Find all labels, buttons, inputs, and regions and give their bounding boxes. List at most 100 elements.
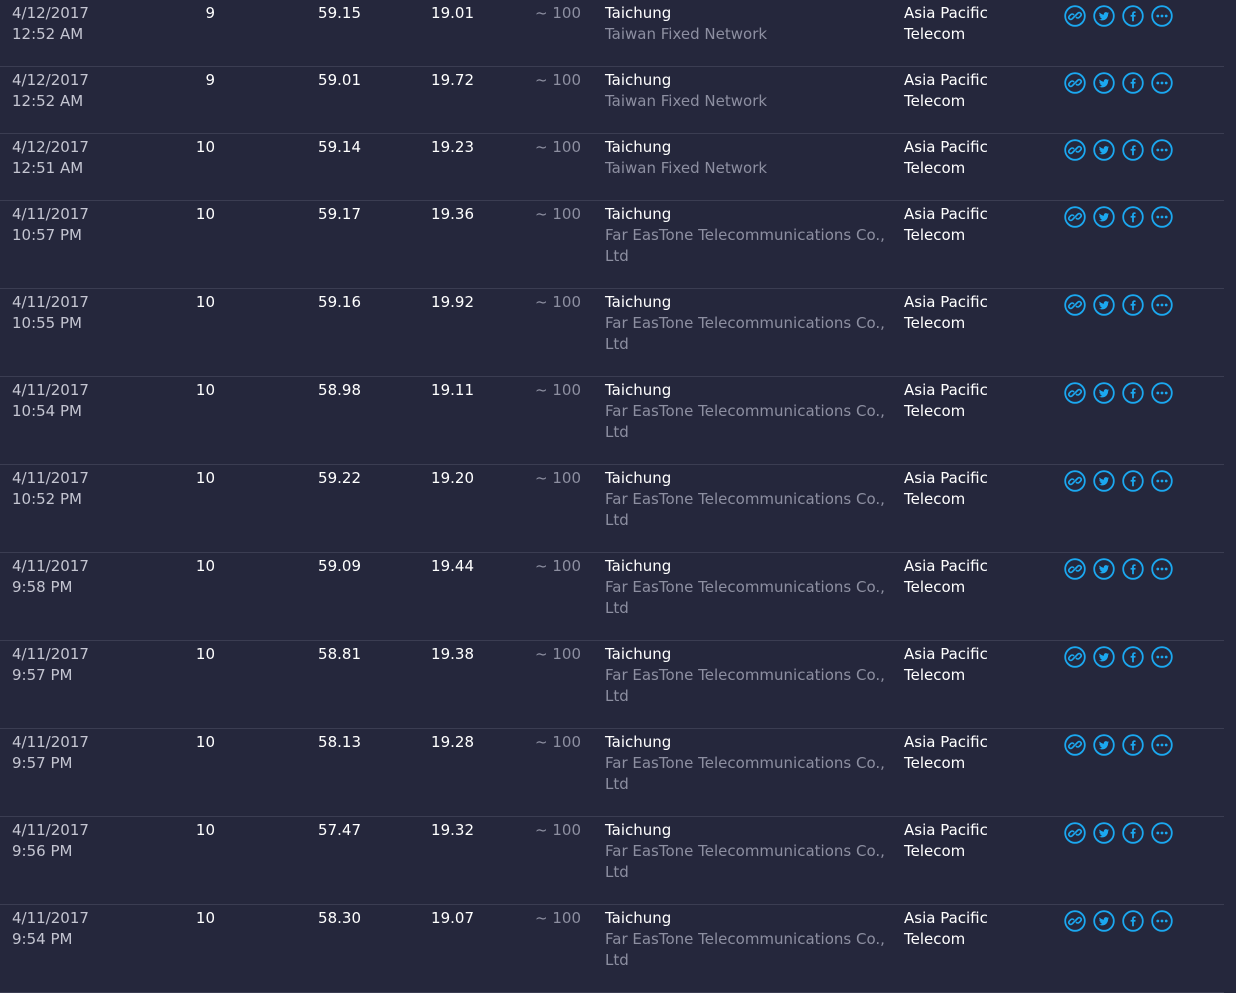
more-icon[interactable] (1151, 822, 1173, 844)
twitter-icon[interactable] (1093, 734, 1115, 756)
facebook-icon[interactable] (1122, 382, 1144, 404)
twitter-icon[interactable] (1093, 910, 1115, 932)
provider-line-2: Telecom (904, 25, 966, 43)
result-distance: ~ 100 (535, 138, 581, 156)
more-icon[interactable] (1151, 382, 1173, 404)
server-isp: Far EasTone Telecommunications Co., Ltd (605, 226, 885, 265)
link-icon[interactable] (1064, 139, 1086, 161)
twitter-icon[interactable] (1093, 72, 1115, 94)
more-icon[interactable] (1151, 206, 1173, 228)
provider-line-1: Asia Pacific (904, 293, 988, 311)
result-server: Taichung Far EasTone Telecommunications … (605, 732, 890, 795)
link-icon[interactable] (1064, 910, 1086, 932)
more-icon[interactable] (1151, 5, 1173, 27)
result-row[interactable]: 4/12/2017 12:52 AM 9 59.01 19.72 ~ 100 T… (0, 67, 1224, 134)
result-distance: ~ 100 (535, 645, 581, 663)
more-icon[interactable] (1151, 139, 1173, 161)
more-icon[interactable] (1151, 558, 1173, 580)
result-upload: 19.28 (431, 733, 474, 751)
facebook-icon[interactable] (1122, 72, 1144, 94)
result-download: 59.14 (318, 138, 361, 156)
result-row[interactable]: 4/11/2017 10:52 PM 10 59.22 19.20 ~ 100 … (0, 465, 1224, 553)
server-isp: Far EasTone Telecommunications Co., Ltd (605, 842, 885, 881)
result-date-day: 4/11/2017 (12, 557, 89, 575)
result-row[interactable]: 4/11/2017 9:54 PM 10 58.30 19.07 ~ 100 T… (0, 905, 1224, 993)
twitter-icon[interactable] (1093, 382, 1115, 404)
twitter-icon[interactable] (1093, 5, 1115, 27)
result-row[interactable]: 4/11/2017 10:54 PM 10 58.98 19.11 ~ 100 … (0, 377, 1224, 465)
provider-line-1: Asia Pacific (904, 645, 988, 663)
facebook-icon[interactable] (1122, 822, 1144, 844)
twitter-icon[interactable] (1093, 470, 1115, 492)
more-icon[interactable] (1151, 646, 1173, 668)
provider-line-2: Telecom (904, 92, 966, 110)
result-actions (1064, 139, 1173, 161)
result-date-day: 4/11/2017 (12, 293, 89, 311)
more-icon[interactable] (1151, 72, 1173, 94)
result-date-time: 10:52 PM (12, 490, 82, 508)
result-row[interactable]: 4/12/2017 12:52 AM 9 59.15 19.01 ~ 100 T… (0, 0, 1224, 67)
result-actions (1064, 206, 1173, 228)
result-ping: 10 (195, 909, 215, 927)
result-provider: Asia Pacific Telecom (904, 137, 988, 179)
result-download: 59.17 (318, 205, 361, 223)
more-icon[interactable] (1151, 470, 1173, 492)
server-isp: Far EasTone Telecommunications Co., Ltd (605, 754, 885, 793)
link-icon[interactable] (1064, 206, 1086, 228)
result-row[interactable]: 4/11/2017 9:56 PM 10 57.47 19.32 ~ 100 T… (0, 817, 1224, 905)
link-icon[interactable] (1064, 470, 1086, 492)
facebook-icon[interactable] (1122, 139, 1144, 161)
result-distance: ~ 100 (535, 293, 581, 311)
result-date-time: 12:51 AM (12, 159, 84, 177)
facebook-icon[interactable] (1122, 206, 1144, 228)
result-row[interactable]: 4/11/2017 9:58 PM 10 59.09 19.44 ~ 100 T… (0, 553, 1224, 641)
result-server: Taichung Far EasTone Telecommunications … (605, 204, 890, 267)
provider-line-2: Telecom (904, 226, 966, 244)
link-icon[interactable] (1064, 72, 1086, 94)
result-date-day: 4/11/2017 (12, 205, 89, 223)
server-city: Taichung (605, 138, 672, 156)
result-date-day: 4/11/2017 (12, 645, 89, 663)
result-ping: 10 (195, 293, 215, 311)
server-isp: Far EasTone Telecommunications Co., Ltd (605, 578, 885, 617)
facebook-icon[interactable] (1122, 558, 1144, 580)
server-city: Taichung (605, 645, 672, 663)
facebook-icon[interactable] (1122, 734, 1144, 756)
result-provider: Asia Pacific Telecom (904, 204, 988, 246)
link-icon[interactable] (1064, 5, 1086, 27)
twitter-icon[interactable] (1093, 822, 1115, 844)
result-row[interactable]: 4/12/2017 12:51 AM 10 59.14 19.23 ~ 100 … (0, 134, 1224, 201)
more-icon[interactable] (1151, 294, 1173, 316)
link-icon[interactable] (1064, 822, 1086, 844)
facebook-icon[interactable] (1122, 294, 1144, 316)
result-date: 4/11/2017 10:52 PM (12, 468, 89, 510)
result-row[interactable]: 4/11/2017 10:57 PM 10 59.17 19.36 ~ 100 … (0, 201, 1224, 289)
link-icon[interactable] (1064, 294, 1086, 316)
provider-line-2: Telecom (904, 402, 966, 420)
result-row[interactable]: 4/11/2017 9:57 PM 10 58.13 19.28 ~ 100 T… (0, 729, 1224, 817)
link-icon[interactable] (1064, 558, 1086, 580)
twitter-icon[interactable] (1093, 646, 1115, 668)
link-icon[interactable] (1064, 734, 1086, 756)
facebook-icon[interactable] (1122, 646, 1144, 668)
result-row[interactable]: 4/11/2017 9:57 PM 10 58.81 19.38 ~ 100 T… (0, 641, 1224, 729)
more-icon[interactable] (1151, 910, 1173, 932)
provider-line-2: Telecom (904, 930, 966, 948)
result-row[interactable]: 4/11/2017 10:55 PM 10 59.16 19.92 ~ 100 … (0, 289, 1224, 377)
twitter-icon[interactable] (1093, 206, 1115, 228)
provider-line-1: Asia Pacific (904, 205, 988, 223)
link-icon[interactable] (1064, 382, 1086, 404)
facebook-icon[interactable] (1122, 470, 1144, 492)
result-download: 58.98 (318, 381, 361, 399)
more-icon[interactable] (1151, 734, 1173, 756)
result-server: Taichung Taiwan Fixed Network (605, 3, 890, 45)
result-provider: Asia Pacific Telecom (904, 644, 988, 686)
server-city: Taichung (605, 909, 672, 927)
link-icon[interactable] (1064, 646, 1086, 668)
twitter-icon[interactable] (1093, 139, 1115, 161)
facebook-icon[interactable] (1122, 5, 1144, 27)
facebook-icon[interactable] (1122, 910, 1144, 932)
twitter-icon[interactable] (1093, 558, 1115, 580)
provider-line-2: Telecom (904, 842, 966, 860)
twitter-icon[interactable] (1093, 294, 1115, 316)
